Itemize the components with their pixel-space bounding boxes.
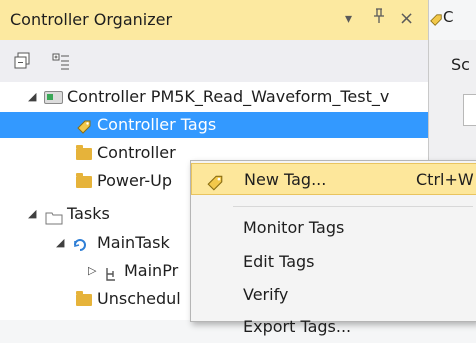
controller-icon [44, 91, 63, 104]
menu-item-label: Export Tags... [243, 317, 352, 336]
close-icon[interactable]: × [399, 8, 414, 30]
expand-arrow-icon[interactable]: ◢ [28, 201, 36, 227]
expand-all-icon[interactable] [52, 52, 70, 70]
expand-arrow-icon[interactable]: ◢ [28, 84, 36, 110]
collapse-all-icon[interactable] [13, 52, 31, 70]
collapse-arrow-icon[interactable]: ▷ [88, 258, 96, 284]
menu-item-label: Monitor Tags [243, 218, 345, 237]
menu-item-new-tag[interactable]: New Tag... Ctrl+W [191, 163, 476, 195]
menu-separator [233, 206, 473, 207]
menu-item-monitor-tags[interactable]: Monitor Tags [191, 212, 476, 244]
expand-arrow-icon[interactable]: ◢ [56, 230, 64, 256]
right-pane-tab-label: C [443, 8, 454, 26]
tree-item-label: Controller PM5K_Read_Waveform_Test_v [67, 87, 390, 106]
tree-item-label: Tasks [67, 204, 110, 223]
panel-title: Controller Organizer [10, 10, 173, 29]
right-pane-tab[interactable]: C [429, 0, 476, 40]
tree-item-controller-tags[interactable]: Controller Tags [0, 112, 428, 138]
tree-item-label: Controller [97, 143, 176, 162]
folder-icon [76, 291, 92, 306]
dropdown-icon[interactable]: ▾ [345, 8, 352, 30]
menu-item-export-tags[interactable]: Export Tags... [191, 311, 476, 343]
menu-item-label: Verify [243, 285, 289, 304]
scope-dropdown[interactable] [463, 94, 476, 126]
menu-item-verify[interactable]: Verify [191, 279, 476, 311]
tree-item-label: Unschedul [97, 289, 181, 308]
menu-item-label: New Tag... [244, 170, 327, 189]
new-tag-icon [206, 171, 224, 203]
context-menu: New Tag... Ctrl+W Monitor Tags Edit Tags… [190, 160, 476, 336]
tag-icon [429, 12, 443, 31]
tree-item-label: MainTask [97, 233, 170, 252]
scope-label: Sc [451, 55, 470, 74]
pin-icon[interactable] [373, 8, 385, 30]
tree-item-controller[interactable]: ◢ Controller PM5K_Read_Waveform_Test_v [0, 84, 428, 110]
folder-icon [76, 173, 92, 188]
folder-icon [76, 145, 92, 160]
tree-item-label: MainPr [124, 261, 179, 280]
menu-item-label: Edit Tags [243, 252, 315, 271]
menu-item-shortcut: Ctrl+W [416, 170, 474, 189]
tree-item-label: Power-Up [97, 171, 172, 190]
menu-item-edit-tags[interactable]: Edit Tags [191, 246, 476, 278]
organizer-toolbar [0, 40, 428, 82]
panel-title-bar: Controller Organizer ▾ × [0, 0, 428, 40]
tree-item-label: Controller Tags [97, 115, 217, 134]
